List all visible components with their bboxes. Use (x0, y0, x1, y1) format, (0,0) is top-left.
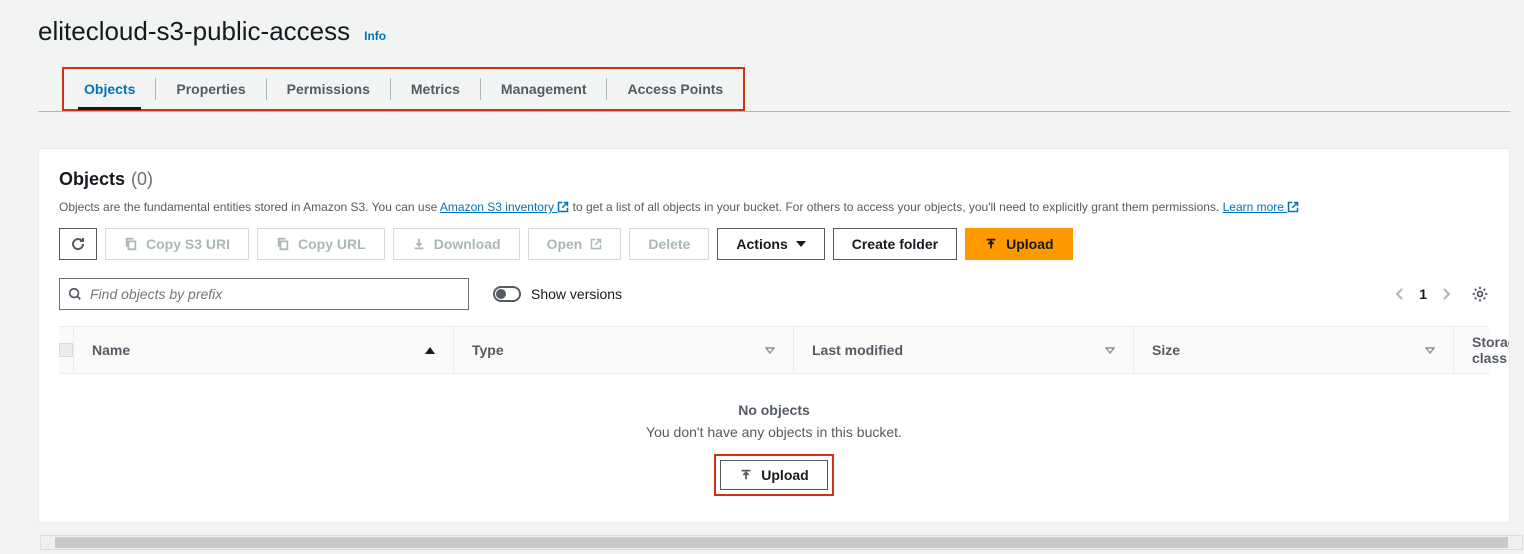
empty-title: No objects (59, 402, 1489, 418)
column-label: Type (472, 342, 504, 358)
empty-subtitle: You don't have any objects in this bucke… (59, 424, 1489, 440)
upload-icon (739, 468, 753, 482)
settings-gear-icon[interactable] (1471, 285, 1489, 303)
button-label: Copy S3 URI (146, 236, 230, 252)
button-label: Create folder (852, 236, 938, 252)
button-label: Download (434, 236, 501, 252)
tab-management[interactable]: Management (481, 69, 607, 109)
bucket-name-title: elitecloud-s3-public-access (38, 16, 350, 47)
column-header-type[interactable]: Type (454, 327, 794, 373)
objects-table-header: Name Type Last modified Size Storage cla… (59, 326, 1489, 374)
empty-upload-highlight: Upload (714, 454, 833, 496)
column-header-last-modified[interactable]: Last modified (794, 327, 1134, 373)
tab-properties[interactable]: Properties (156, 69, 265, 109)
toggle-switch-icon (493, 286, 521, 302)
column-label: Storage class (1472, 334, 1510, 366)
desc-text: to get a list of all objects in your buc… (573, 200, 1223, 214)
sort-icon (1105, 345, 1115, 355)
refresh-button[interactable] (59, 228, 97, 260)
button-label: Delete (648, 236, 690, 252)
button-label: Open (547, 236, 583, 252)
info-link[interactable]: Info (364, 29, 386, 43)
desc-text: Objects are the fundamental entities sto… (59, 200, 440, 214)
filter-row: Show versions 1 (59, 278, 1489, 310)
upload-icon (984, 237, 998, 251)
objects-description: Objects are the fundamental entities sto… (59, 198, 1489, 216)
button-label: Upload (1006, 236, 1053, 252)
tab-metrics[interactable]: Metrics (391, 69, 480, 109)
empty-upload-button[interactable]: Upload (720, 460, 827, 490)
tab-objects[interactable]: Objects (64, 69, 155, 109)
create-folder-button[interactable]: Create folder (833, 228, 957, 260)
empty-state: No objects You don't have any objects in… (59, 374, 1489, 514)
column-label: Size (1152, 342, 1180, 358)
sort-asc-icon (425, 347, 435, 354)
column-label: Name (92, 342, 130, 358)
column-header-name[interactable]: Name (74, 327, 454, 373)
column-label: Last modified (812, 342, 903, 358)
download-button[interactable]: Download (393, 228, 520, 260)
column-header-size[interactable]: Size (1134, 327, 1454, 373)
learn-more-link[interactable]: Learn more (1223, 200, 1300, 214)
next-page-icon[interactable] (1441, 287, 1451, 301)
sort-icon (1425, 345, 1435, 355)
objects-header: Objects (0) (59, 169, 1489, 190)
toggle-label: Show versions (531, 286, 622, 302)
objects-title: Objects (59, 169, 125, 190)
button-label: Actions (736, 236, 787, 252)
select-all-checkbox[interactable] (59, 327, 74, 373)
horizontal-scrollbar[interactable] (40, 535, 1523, 550)
page-number: 1 (1419, 286, 1427, 302)
refresh-icon (70, 236, 86, 252)
tab-access-points[interactable]: Access Points (607, 69, 743, 109)
copy-icon (276, 237, 290, 251)
copy-url-button[interactable]: Copy URL (257, 228, 385, 260)
search-input[interactable] (90, 286, 460, 302)
column-header-storage-class[interactable]: Storage class (1454, 327, 1510, 373)
sort-icon (765, 345, 775, 355)
tabs-highlight: Objects Properties Permissions Metrics M… (62, 67, 745, 111)
download-icon (412, 237, 426, 251)
tabs-inner: Objects Properties Permissions Metrics M… (64, 69, 743, 109)
tab-permissions[interactable]: Permissions (267, 69, 390, 109)
inventory-link[interactable]: Amazon S3 inventory (440, 200, 569, 214)
search-box[interactable] (59, 278, 469, 310)
prev-page-icon[interactable] (1395, 287, 1405, 301)
external-link-icon (1287, 201, 1299, 213)
page-header: elitecloud-s3-public-access Info (0, 0, 1524, 67)
open-button[interactable]: Open (528, 228, 622, 260)
external-link-icon (590, 238, 602, 250)
checkbox-icon (59, 343, 73, 357)
upload-button[interactable]: Upload (965, 228, 1072, 260)
tabs-container: Objects Properties Permissions Metrics M… (38, 67, 1510, 112)
objects-panel: Objects (0) Objects are the fundamental … (38, 148, 1510, 523)
search-icon (68, 287, 82, 301)
copy-s3-uri-button[interactable]: Copy S3 URI (105, 228, 249, 260)
button-label: Copy URL (298, 236, 366, 252)
copy-icon (124, 237, 138, 251)
objects-toolbar: Copy S3 URI Copy URL Download Open Delet… (59, 228, 1489, 260)
scrollbar-thumb[interactable] (55, 537, 1508, 548)
button-label: Upload (761, 467, 808, 483)
show-versions-toggle[interactable]: Show versions (493, 286, 622, 302)
actions-dropdown[interactable]: Actions (717, 228, 824, 260)
caret-down-icon (796, 241, 806, 247)
delete-button[interactable]: Delete (629, 228, 709, 260)
objects-count: (0) (131, 169, 153, 190)
external-link-icon (557, 201, 569, 213)
pagination: 1 (1395, 285, 1489, 303)
